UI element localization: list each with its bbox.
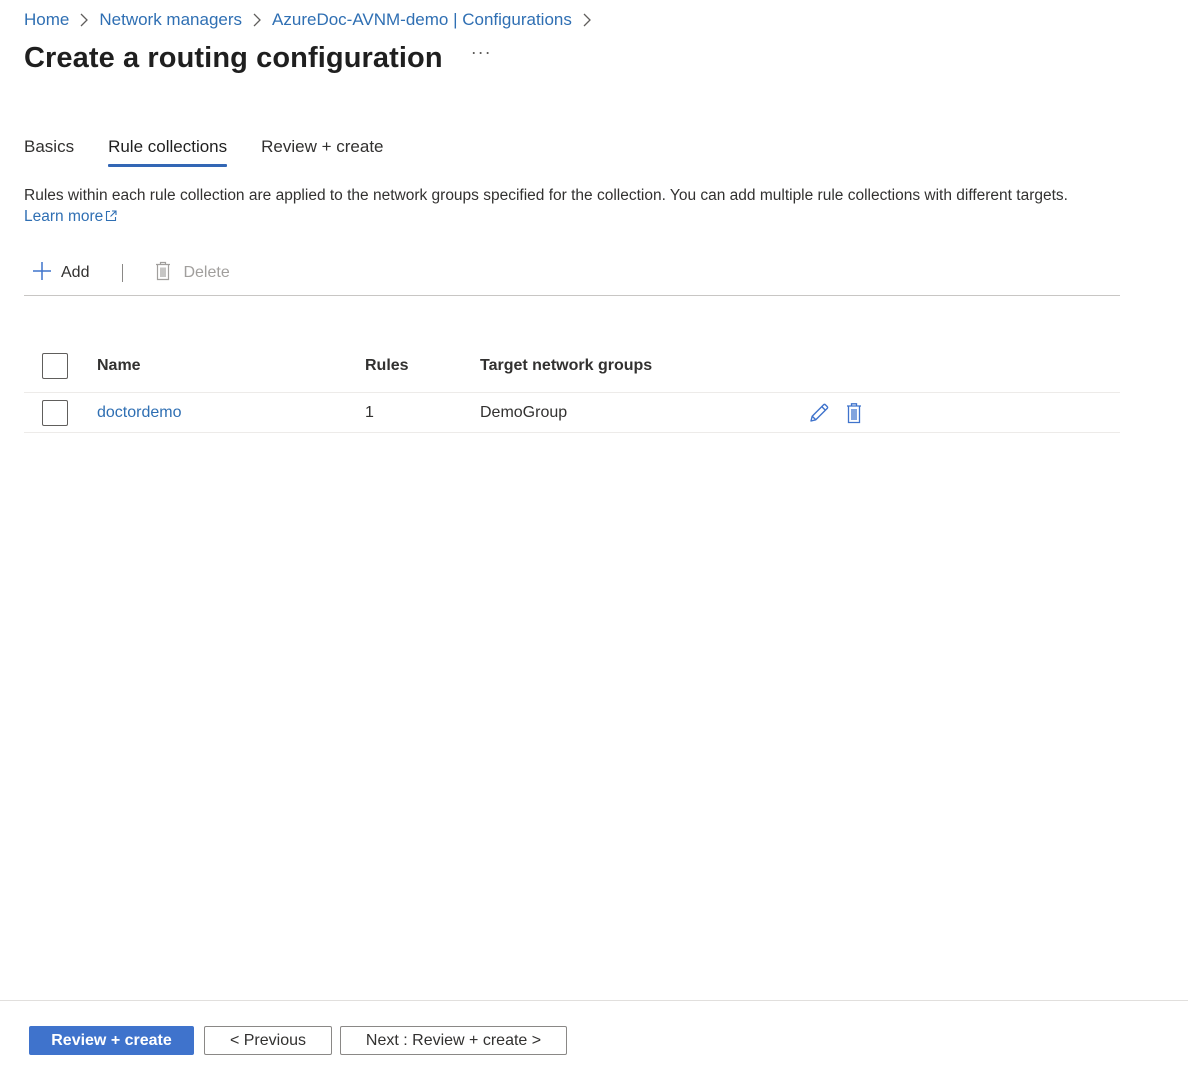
more-icon[interactable]: ··· <box>471 42 492 63</box>
toolbar-divider <box>122 264 124 282</box>
row-rules-count: 1 <box>365 403 374 421</box>
row-select-cell <box>42 393 68 432</box>
breadcrumb-home[interactable]: Home <box>24 10 69 30</box>
breadcrumb-network-managers[interactable]: Network managers <box>99 10 242 30</box>
learn-more-label[interactable]: Learn more <box>24 208 103 225</box>
description-text: Rules within each rule collection are ap… <box>24 187 1068 204</box>
chevron-right-icon <box>79 13 89 27</box>
row-checkbox[interactable] <box>42 399 68 426</box>
trash-icon <box>155 261 171 286</box>
column-header-name[interactable]: Name <box>97 340 141 392</box>
previous-button[interactable]: < Previous <box>204 1026 332 1055</box>
column-header-target-network-groups[interactable]: Target network groups <box>480 340 652 392</box>
command-bar: Add Delete <box>24 258 1120 296</box>
table-header-row: Name Rules Target network groups <box>24 340 1120 393</box>
tab-review-create[interactable]: Review + create <box>261 134 383 167</box>
tab-bar: Basics Rule collections Review + create <box>24 134 418 167</box>
row-target-network-groups: DemoGroup <box>480 403 568 421</box>
row-name-link[interactable]: doctordemo <box>97 393 182 432</box>
learn-more-link[interactable]: Learn more <box>24 208 117 225</box>
page-title: Create a routing configuration <box>24 42 443 74</box>
plus-icon <box>32 261 52 286</box>
footer-buttons: Review + create < Previous Next : Review… <box>29 1026 567 1055</box>
add-button-label: Add <box>61 264 90 281</box>
edit-pencil-icon[interactable] <box>808 402 830 424</box>
external-link-icon <box>105 207 117 228</box>
select-all-checkbox[interactable] <box>42 353 68 379</box>
select-all-cell <box>42 340 68 392</box>
table-row: doctordemo 1 DemoGroup <box>24 393 1120 433</box>
column-header-rules[interactable]: Rules <box>365 340 409 392</box>
title-row: Create a routing configuration ··· <box>24 42 492 75</box>
footer: Review + create < Previous Next : Review… <box>0 1000 1188 1080</box>
add-button[interactable]: Add <box>32 258 89 288</box>
rule-collections-table: Name Rules Target network groups doctord… <box>24 340 1120 433</box>
trash-icon[interactable] <box>846 402 862 424</box>
description: Rules within each rule collection are ap… <box>24 185 1084 228</box>
breadcrumb-configurations[interactable]: AzureDoc-AVNM-demo | Configurations <box>272 10 572 30</box>
tab-basics[interactable]: Basics <box>24 134 74 167</box>
row-actions <box>808 393 878 432</box>
tab-rule-collections[interactable]: Rule collections <box>108 134 228 167</box>
next-review-create-button[interactable]: Next : Review + create > <box>340 1026 567 1055</box>
chevron-right-icon <box>252 13 262 27</box>
review-create-button[interactable]: Review + create <box>29 1026 194 1055</box>
delete-button-label: Delete <box>183 264 230 281</box>
chevron-right-icon <box>582 13 592 27</box>
delete-button[interactable]: Delete <box>155 258 230 288</box>
breadcrumb: Home Network managers AzureDoc-AVNM-demo… <box>24 10 602 30</box>
